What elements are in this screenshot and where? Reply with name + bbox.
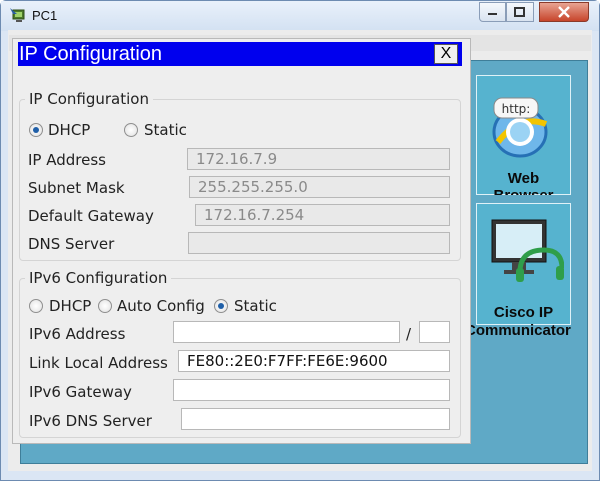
ipv6-static-label[interactable]: Static <box>234 297 277 315</box>
ip-communicator-icon <box>491 219 564 282</box>
dialog-title: IP Configuration <box>19 43 163 65</box>
web-browser-icon: http: <box>492 97 548 158</box>
ipv6-prefix-field[interactable] <box>419 321 450 343</box>
web-browser-label-line2: Browser <box>477 187 570 195</box>
dialog-close-button[interactable]: X <box>434 44 458 64</box>
close-icon <box>558 6 570 18</box>
ipv6-dhcp-label[interactable]: DHCP <box>49 297 91 315</box>
link-local-address-field[interactable]: FE80::2E0:F7FF:FE6E:9600 <box>178 350 450 372</box>
ipv6-static-radio[interactable] <box>214 299 228 313</box>
ipv6-address-label: IPv6 Address <box>29 325 126 343</box>
web-browser-tile[interactable]: http: Web Browser <box>476 75 571 195</box>
ip-communicator-label-line1: Cisco IP <box>493 304 554 321</box>
ipv6-dns-server-field[interactable] <box>181 408 450 430</box>
window-titlebar[interactable]: PC1 <box>1 1 599 31</box>
maximize-button[interactable] <box>506 2 534 22</box>
ip-address-field[interactable]: 172.16.7.9 <box>187 148 450 170</box>
ipv6-dns-server-label: IPv6 DNS Server <box>29 412 152 430</box>
link-local-address-label: Link Local Address <box>29 354 168 372</box>
default-gateway-label: Default Gateway <box>28 207 154 225</box>
window-close-button[interactable] <box>539 2 589 22</box>
ipv6-gateway-field[interactable] <box>173 379 450 401</box>
ipv6-group-legend: IPv6 Configuration <box>25 269 172 287</box>
subnet-mask-field[interactable]: 255.255.255.0 <box>189 176 450 198</box>
ip-communicator-tile[interactable]: Cisco IP Communicator <box>465 203 571 339</box>
ipv6-address-field[interactable] <box>173 321 400 343</box>
ipv6-gateway-label: IPv6 Gateway <box>29 383 132 401</box>
minimize-icon <box>487 13 497 15</box>
default-gateway-field[interactable]: 172.16.7.254 <box>195 204 450 226</box>
ipv4-dhcp-label[interactable]: DHCP <box>48 121 90 139</box>
minimize-button[interactable] <box>479 2 506 22</box>
ipv4-static-radio[interactable] <box>124 123 138 137</box>
ip-communicator-label-line2: Communicator <box>465 322 571 339</box>
subnet-mask-label: Subnet Mask <box>28 179 125 197</box>
dns-server-field[interactable] <box>188 232 450 254</box>
ipv4-dhcp-radio[interactable] <box>29 123 43 137</box>
ip-address-label: IP Address <box>28 151 106 169</box>
window-title: PC1 <box>32 8 58 23</box>
ipv6-prefix-separator: / <box>406 325 412 343</box>
ipv6-auto-config-radio[interactable] <box>98 299 112 313</box>
ipv6-dhcp-radio[interactable] <box>29 299 43 313</box>
maximize-icon <box>514 7 525 17</box>
ipv4-static-label[interactable]: Static <box>144 121 187 139</box>
ipv4-group-legend: IP Configuration <box>25 90 153 108</box>
web-browser-label-line1: Web <box>507 170 540 187</box>
svg-text:http:: http: <box>502 102 531 116</box>
dns-server-label: DNS Server <box>28 235 115 253</box>
pc-icon <box>10 8 25 22</box>
ipv6-auto-config-label[interactable]: Auto Config <box>117 297 205 315</box>
